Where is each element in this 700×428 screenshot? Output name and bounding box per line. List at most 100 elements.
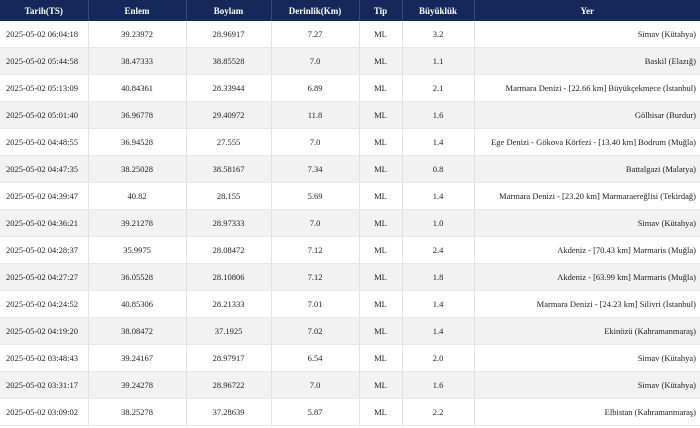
- cell-latitude: 39.24167: [88, 344, 187, 372]
- table-body: 2025-05-02 06:04:18 39.23972 28.96917 7.27 M…: [0, 21, 700, 426]
- cell-depth: 7.02: [271, 317, 360, 345]
- table-row[interactable]: 2025-05-02 03:48:43 39.24167 28.97917 6.54 M…: [0, 344, 700, 372]
- cell-latitude: 38.08472: [88, 317, 187, 345]
- table-row[interactable]: 2025-05-02 04:36:21 39.21278 28.97333 7.0 ML…: [0, 209, 700, 237]
- cell-longitude: 29.40972: [186, 101, 272, 129]
- cell-date: 2025-05-02 04:48:55: [0, 128, 89, 156]
- header-latitude[interactable]: Enlem: [88, 0, 187, 21]
- cell-depth: 7.0: [271, 209, 360, 237]
- cell-longitude: 37.28639: [186, 398, 272, 426]
- cell-date: 2025-05-02 03:48:43: [0, 344, 89, 372]
- cell-type: ML: [359, 182, 403, 210]
- cell-depth: 6.89: [271, 74, 360, 102]
- cell-location: Simav (Kütahya): [474, 209, 700, 237]
- table-row[interactable]: 2025-05-02 05:01:40 36.96778 29.40972 11.8 M…: [0, 101, 700, 129]
- cell-magnitude: 2.4: [402, 236, 475, 264]
- cell-magnitude: 1.4: [402, 317, 475, 345]
- cell-date: 2025-05-02 05:13:09: [0, 74, 89, 102]
- cell-location: Simav (Kütahya): [474, 344, 700, 372]
- cell-type: ML: [359, 128, 403, 156]
- table-row[interactable]: 2025-05-02 04:24:52 40.85306 28.21333 7.01 M…: [0, 290, 700, 318]
- cell-magnitude: 0.8: [402, 155, 475, 183]
- cell-depth: 5.87: [271, 398, 360, 426]
- cell-depth: 7.0: [271, 128, 360, 156]
- cell-longitude: 28.96917: [186, 21, 272, 48]
- cell-location: Elbistan (Kahramanmaraş): [474, 398, 700, 426]
- cell-type: ML: [359, 21, 403, 48]
- cell-latitude: 38.47333: [88, 47, 187, 75]
- header-location[interactable]: Yer: [474, 0, 700, 21]
- cell-location: Akdeniz - [70.43 km] Marmaris (Muğla): [474, 236, 700, 264]
- cell-type: ML: [359, 290, 403, 318]
- cell-depth: 7.27: [271, 21, 360, 48]
- cell-type: ML: [359, 74, 403, 102]
- cell-type: ML: [359, 236, 403, 264]
- cell-longitude: 28.97917: [186, 344, 272, 372]
- table-row[interactable]: 2025-05-02 04:27:27 36.05528 28.10806 7.12 M…: [0, 263, 700, 291]
- cell-location: Ege Denizi - Gökova Körfezi - [13.40 km]…: [474, 128, 700, 156]
- cell-longitude: 38.85528: [186, 47, 272, 75]
- table-row[interactable]: 2025-05-02 06:04:18 39.23972 28.96917 7.27 M…: [0, 21, 700, 48]
- table-row[interactable]: 2025-05-02 03:31:17 39.24278 28.96722 7.0 ML…: [0, 371, 700, 399]
- cell-date: 2025-05-02 04:27:27: [0, 263, 89, 291]
- cell-longitude: 28.08472: [186, 236, 272, 264]
- cell-magnitude: 1.4: [402, 182, 475, 210]
- cell-latitude: 38.25278: [88, 398, 187, 426]
- cell-type: ML: [359, 398, 403, 426]
- cell-magnitude: 2.1: [402, 74, 475, 102]
- cell-longitude: 28.97333: [186, 209, 272, 237]
- cell-longitude: 37.1925: [186, 317, 272, 345]
- cell-date: 2025-05-02 04:36:21: [0, 209, 89, 237]
- table-row[interactable]: 2025-05-02 04:39:47 40.82 28.155 5.69 ML 1.4 M…: [0, 182, 700, 210]
- cell-magnitude: 1.1: [402, 47, 475, 75]
- earthquake-table: Tarih(TS) Enlem Boylam Derinlik(Km) Tip …: [0, 0, 700, 426]
- table-header: Tarih(TS) Enlem Boylam Derinlik(Km) Tip …: [0, 0, 700, 21]
- cell-magnitude: 1.4: [402, 128, 475, 156]
- cell-date: 2025-05-02 04:39:47: [0, 182, 89, 210]
- cell-type: ML: [359, 101, 403, 129]
- cell-latitude: 36.05528: [88, 263, 187, 291]
- table-row[interactable]: 2025-05-02 04:28:37 35.9975 28.08472 7.12 ML…: [0, 236, 700, 264]
- cell-date: 2025-05-02 04:19:20: [0, 317, 89, 345]
- cell-date: 2025-05-02 04:24:52: [0, 290, 89, 318]
- cell-depth: 7.0: [271, 371, 360, 399]
- cell-magnitude: 3.2: [402, 21, 475, 48]
- table-row[interactable]: 2025-05-02 03:09:02 38.25278 37.28639 5.87 M…: [0, 398, 700, 426]
- cell-date: 2025-05-02 04:28:37: [0, 236, 89, 264]
- cell-magnitude: 1.4: [402, 290, 475, 318]
- table-row[interactable]: 2025-05-02 05:44:58 38.47333 38.85528 7.0 ML…: [0, 47, 700, 75]
- cell-depth: 7.12: [271, 236, 360, 264]
- cell-latitude: 40.84361: [88, 74, 187, 102]
- cell-date: 2025-05-02 03:09:02: [0, 398, 89, 426]
- cell-longitude: 28.10806: [186, 263, 272, 291]
- cell-location: Marmara Denizi - [23.20 km] Marmaraereğl…: [474, 182, 700, 210]
- cell-type: ML: [359, 344, 403, 372]
- header-magnitude[interactable]: Büyüklük: [402, 0, 475, 21]
- cell-location: Ekinözü (Kahramanmaraş): [474, 317, 700, 345]
- cell-magnitude: 1.6: [402, 371, 475, 399]
- cell-date: 2025-05-02 03:31:17: [0, 371, 89, 399]
- cell-magnitude: 2.2: [402, 398, 475, 426]
- table-row[interactable]: 2025-05-02 04:19:20 38.08472 37.1925 7.02 ML…: [0, 317, 700, 345]
- header-longitude[interactable]: Boylam: [186, 0, 272, 21]
- cell-location: Marmara Denizi - [24.23 km] Silivri (İst…: [474, 290, 700, 318]
- cell-magnitude: 1.0: [402, 209, 475, 237]
- cell-latitude: 39.23972: [88, 21, 187, 48]
- cell-date: 2025-05-02 04:47:35: [0, 155, 89, 183]
- cell-latitude: 40.85306: [88, 290, 187, 318]
- table-row[interactable]: 2025-05-02 05:13:09 40.84361 28.33944 6.89 M…: [0, 74, 700, 102]
- header-row: Tarih(TS) Enlem Boylam Derinlik(Km) Tip …: [0, 0, 700, 21]
- cell-type: ML: [359, 155, 403, 183]
- table-row[interactable]: 2025-05-02 04:47:35 38.25028 38.58167 7.34 M…: [0, 155, 700, 183]
- cell-latitude: 36.94528: [88, 128, 187, 156]
- cell-date: 2025-05-02 06:04:18: [0, 21, 89, 48]
- cell-latitude: 36.96778: [88, 101, 187, 129]
- table-row[interactable]: 2025-05-02 04:48:55 36.94528 27.555 7.0 ML 1.…: [0, 128, 700, 156]
- cell-latitude: 40.82: [88, 182, 187, 210]
- cell-longitude: 28.21333: [186, 290, 272, 318]
- header-date[interactable]: Tarih(TS): [0, 0, 89, 21]
- cell-location: Battalgazi (Malatya): [474, 155, 700, 183]
- cell-location: Simav (Kütahya): [474, 21, 700, 48]
- header-depth[interactable]: Derinlik(Km): [271, 0, 360, 21]
- header-type[interactable]: Tip: [359, 0, 403, 21]
